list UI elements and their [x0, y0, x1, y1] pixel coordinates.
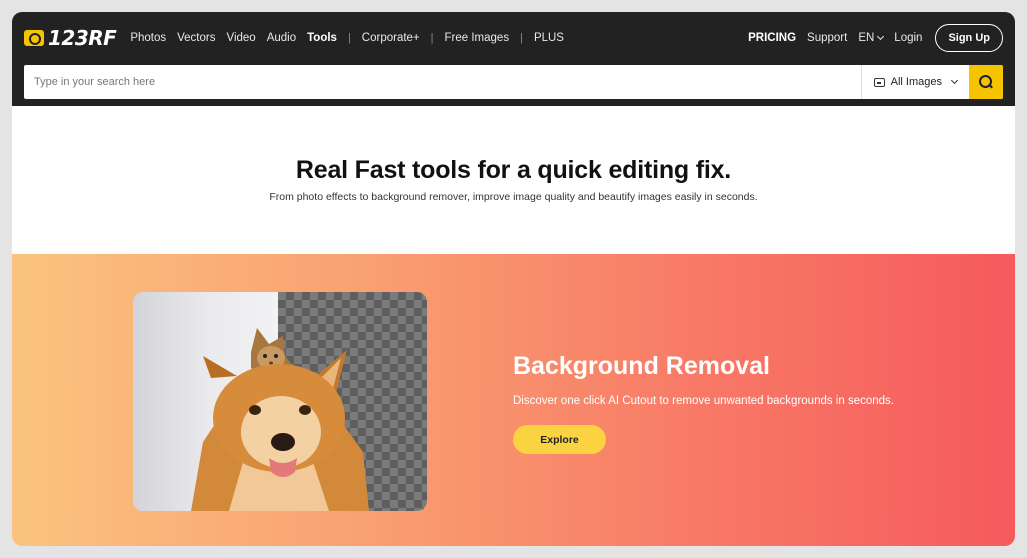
explore-button[interactable]: Explore — [513, 425, 606, 454]
nav-vectors[interactable]: Vectors — [177, 32, 215, 44]
logo-icon — [24, 30, 44, 46]
chevron-down-icon — [950, 76, 959, 85]
hero-section: Real Fast tools for a quick editing fix.… — [12, 106, 1015, 254]
brand-name: 123RF — [48, 26, 117, 50]
nav-plus[interactable]: PLUS — [534, 32, 564, 44]
feature-content: Background Removal Discover one click AI… — [513, 352, 953, 454]
search-icon — [979, 75, 993, 89]
feature-banner: Background Removal Discover one click AI… — [12, 254, 1015, 546]
search-bar: All Images — [24, 65, 1003, 99]
nav-support[interactable]: Support — [807, 32, 847, 44]
page-subtitle: From photo effects to background remover… — [269, 191, 758, 203]
search-input[interactable] — [24, 65, 861, 99]
nav-corporate-plus[interactable]: Corporate+ — [362, 32, 420, 44]
nav-separator: | — [520, 32, 523, 44]
image-icon — [873, 77, 885, 87]
nav-tools[interactable]: Tools — [307, 32, 337, 44]
nav-login[interactable]: Login — [894, 32, 922, 44]
top-nav: 123RF Photos Vectors Video Audio Tools |… — [12, 12, 1015, 64]
nav-pricing[interactable]: PRICING — [748, 32, 796, 44]
nav-separator: | — [430, 32, 434, 44]
brand-logo[interactable]: 123RF — [24, 26, 117, 50]
search-button[interactable] — [969, 65, 1003, 99]
feature-title: Background Removal — [513, 352, 771, 380]
language-label: EN — [858, 32, 875, 44]
feature-image — [133, 292, 427, 511]
nav-right: PRICING Support EN Login Sign Up — [748, 24, 1003, 52]
image-type-label: All Images — [890, 76, 942, 88]
dog-and-kitten-illustration — [191, 328, 369, 511]
nav-video[interactable]: Video — [226, 32, 255, 44]
search-section: All Images — [12, 64, 1015, 106]
feature-description: Discover one click AI Cutout to remove u… — [513, 395, 894, 407]
language-selector[interactable]: EN — [858, 32, 885, 44]
nav-separator: | — [347, 32, 351, 44]
signup-button[interactable]: Sign Up — [935, 24, 1003, 52]
page-frame: 123RF Photos Vectors Video Audio Tools |… — [12, 12, 1015, 546]
nav-free-images[interactable]: Free Images — [445, 32, 510, 44]
page-title: Real Fast tools for a quick editing fix. — [295, 156, 732, 184]
nav-links: Photos Vectors Video Audio Tools | Corpo… — [130, 32, 575, 44]
image-type-dropdown[interactable]: All Images — [860, 65, 969, 99]
chevron-down-icon — [877, 32, 885, 41]
nav-photos[interactable]: Photos — [130, 32, 166, 44]
nav-audio[interactable]: Audio — [267, 32, 296, 44]
